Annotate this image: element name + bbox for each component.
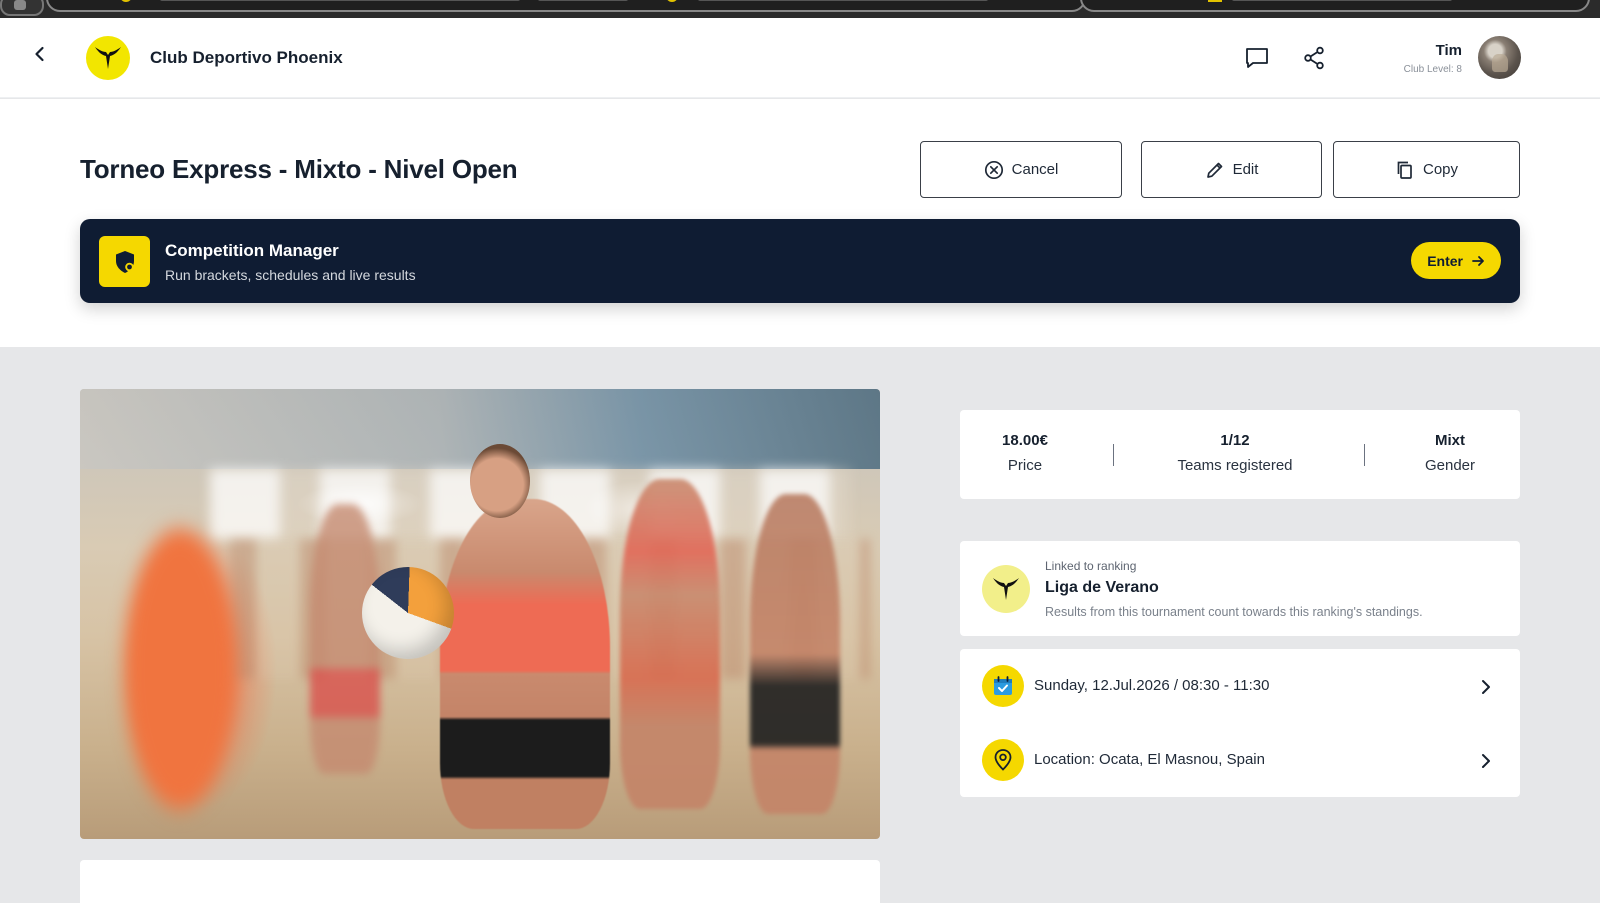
hero-main-player bbox=[440, 499, 610, 829]
location-icon-badge bbox=[982, 739, 1024, 781]
user-avatar[interactable] bbox=[1478, 36, 1521, 79]
page-title: Torneo Express - Mixto - Nivel Open bbox=[80, 154, 518, 184]
ranking-logo bbox=[982, 565, 1030, 613]
shield-icon bbox=[115, 250, 134, 273]
date-text: Sunday, 12.Jul.2026 / 08:30 - 11:30 bbox=[1034, 677, 1270, 694]
competition-manager-title: Competition Manager bbox=[165, 241, 339, 260]
location-text: Location: Ocata, El Masnou, Spain bbox=[1034, 751, 1265, 768]
copy-button-label: Copy bbox=[1422, 161, 1459, 178]
event-details-card: Sunday, 12.Jul.2026 / 08:30 - 11:30 Loca… bbox=[960, 649, 1520, 797]
chat-button[interactable] bbox=[1243, 44, 1271, 72]
app-header: Club Deportivo Phoenix Tim Club Level: 8 bbox=[0, 18, 1600, 98]
chevron-left-icon bbox=[35, 46, 44, 62]
cancel-button[interactable]: Cancel bbox=[920, 141, 1122, 198]
date-icon-badge bbox=[982, 665, 1024, 707]
favicon-icon bbox=[120, 0, 132, 2]
tournament-stats-card: 18.00€ Price 1/12 Teams registered Mixt … bbox=[960, 410, 1520, 499]
price-stat: 18.00€ Price bbox=[960, 432, 1090, 474]
circle-x-icon bbox=[984, 160, 1003, 179]
phoenix-logo-icon bbox=[95, 47, 121, 69]
copy-button[interactable]: Copy bbox=[1333, 141, 1520, 198]
map-pin-icon bbox=[994, 749, 1012, 771]
browser-url-bar[interactable] bbox=[1080, 0, 1590, 12]
edit-button-label: Edit bbox=[1232, 161, 1259, 178]
favicon-icon bbox=[666, 0, 678, 2]
date-row[interactable]: Sunday, 12.Jul.2026 / 08:30 - 11:30 bbox=[960, 649, 1520, 723]
competition-manager-banner: Competition Manager Run brackets, schedu… bbox=[80, 219, 1520, 303]
stat-divider bbox=[1364, 444, 1365, 466]
club-name[interactable]: Club Deportivo Phoenix bbox=[150, 48, 343, 68]
teams-stat: 1/12 Teams registered bbox=[1135, 432, 1335, 474]
competition-manager-subtitle: Run brackets, schedules and live results bbox=[165, 267, 416, 283]
share-icon bbox=[1304, 46, 1324, 70]
description-card bbox=[80, 860, 880, 903]
share-button[interactable] bbox=[1300, 44, 1328, 72]
hero-background-person bbox=[620, 479, 720, 809]
user-club-level: Club Level: 8 bbox=[1403, 64, 1462, 75]
browser-tab[interactable] bbox=[0, 0, 44, 16]
chat-bubble-icon bbox=[1246, 48, 1268, 68]
chevron-right-icon bbox=[1476, 677, 1496, 697]
gender-label: Gender bbox=[1424, 457, 1476, 474]
ranking-caption: Linked to ranking bbox=[1045, 559, 1137, 573]
competition-manager-icon-tile bbox=[99, 236, 150, 287]
enter-button-label: Enter bbox=[1427, 252, 1463, 269]
volleyball bbox=[362, 567, 454, 659]
calendar-check-icon bbox=[994, 676, 1012, 695]
truncated-tab-text bbox=[160, 0, 520, 1]
edit-button[interactable]: Edit bbox=[1141, 141, 1322, 198]
back-button[interactable] bbox=[28, 42, 52, 66]
location-row[interactable]: Location: Ocata, El Masnou, Spain bbox=[960, 723, 1520, 797]
ranking-description: Results from this tournament count towar… bbox=[1045, 605, 1423, 619]
gender-value: Mixt bbox=[1435, 432, 1465, 449]
tournament-hero-image bbox=[80, 389, 880, 839]
enter-button[interactable]: Enter bbox=[1411, 242, 1501, 279]
browser-tab-strip bbox=[0, 0, 1600, 18]
linked-ranking-card[interactable]: Linked to ranking Liga de Verano Results… bbox=[960, 541, 1520, 636]
price-value: 18.00€ bbox=[1002, 432, 1048, 449]
price-label: Price bbox=[1007, 457, 1043, 474]
browser-address-bar[interactable] bbox=[46, 0, 1086, 12]
gender-stat: Mixt Gender bbox=[1400, 432, 1500, 474]
truncated-tab-text bbox=[538, 0, 628, 1]
title-section: Torneo Express - Mixto - Nivel Open Canc… bbox=[0, 99, 1600, 347]
copy-icon bbox=[1397, 161, 1412, 179]
club-logo[interactable] bbox=[86, 36, 130, 80]
teams-label: Teams registered bbox=[1177, 457, 1293, 474]
hero-player-head bbox=[470, 444, 530, 518]
arrow-right-icon bbox=[1472, 255, 1484, 266]
teams-value: 1/12 bbox=[1220, 432, 1250, 449]
truncated-tab-text bbox=[698, 0, 988, 1]
user-name[interactable]: Tim bbox=[1436, 42, 1462, 59]
tab-favicon-icon bbox=[14, 0, 26, 10]
cancel-button-label: Cancel bbox=[1011, 161, 1059, 178]
truncated-url-text bbox=[1232, 0, 1452, 1]
site-favicon-icon bbox=[1208, 0, 1222, 2]
hero-background-person bbox=[750, 494, 840, 814]
stat-divider bbox=[1113, 444, 1114, 466]
ranking-name: Liga de Verano bbox=[1045, 579, 1159, 596]
pencil-icon bbox=[1206, 162, 1222, 178]
chevron-right-icon bbox=[1476, 751, 1496, 771]
phoenix-logo-icon bbox=[993, 578, 1019, 600]
hero-foreground-blur bbox=[80, 389, 270, 839]
